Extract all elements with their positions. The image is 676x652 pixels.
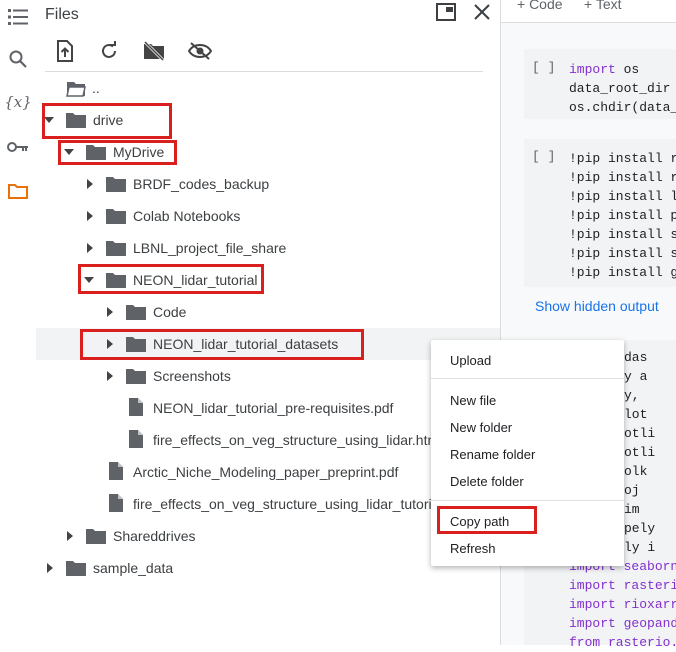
code-line: im xyxy=(624,502,640,517)
file-icon xyxy=(109,462,123,480)
code-line: oj xyxy=(624,483,640,498)
code-line: os.chdir(data_ xyxy=(569,100,676,115)
code-line: lot xyxy=(624,407,648,422)
cell-3-code-fragment: das y a y, lot otli otli olk oj im pely … xyxy=(624,348,655,557)
code-line: import rasteri xyxy=(569,578,676,593)
refresh-icon[interactable] xyxy=(97,39,121,63)
code-line: !pip install g xyxy=(569,265,676,280)
tree-item-lbnl[interactable]: LBNL_project_file_share xyxy=(36,232,500,264)
menu-item-new-file[interactable]: New file xyxy=(450,393,496,408)
menu-item-upload[interactable]: Upload xyxy=(450,353,491,368)
left-rail: {x} xyxy=(0,0,36,645)
cell-3-imports: import seaborn import rasteri import rio… xyxy=(569,557,676,652)
file-icon xyxy=(109,494,123,512)
run-cell-button[interactable]: [ ] xyxy=(532,149,555,164)
chevron-right-icon[interactable] xyxy=(87,211,93,221)
code-line: das xyxy=(624,350,648,365)
code-line: !pip install s xyxy=(569,246,676,261)
code-line: !pip install l xyxy=(569,189,676,204)
folder-icon xyxy=(86,529,106,544)
folder-icon xyxy=(126,305,146,320)
code-line: otli xyxy=(624,426,656,441)
tree-item-label: .. xyxy=(92,80,100,96)
annotation-box-copy-path xyxy=(437,506,537,534)
tree-item-brdf[interactable]: BRDF_codes_backup xyxy=(36,168,500,200)
chevron-right-icon[interactable] xyxy=(47,563,53,573)
code-line: import rioxarr xyxy=(569,597,676,612)
chevron-right-icon[interactable] xyxy=(107,371,113,381)
annotation-box-neon xyxy=(78,264,264,294)
keyword: import xyxy=(569,62,616,77)
code-line: pely xyxy=(624,521,656,536)
add-code-button[interactable]: + Code xyxy=(517,0,563,12)
menu-item-new-folder[interactable]: New folder xyxy=(450,420,512,435)
code-line: y, xyxy=(624,388,640,403)
new-window-icon[interactable] xyxy=(436,3,458,23)
drive-off-icon[interactable] xyxy=(142,39,166,63)
folder-icon xyxy=(106,177,126,192)
tree-item-label: fire_effects_on_veg_structure_using_lida… xyxy=(153,432,440,448)
upload-file-icon[interactable] xyxy=(53,39,77,63)
annotation-box-datasets xyxy=(80,329,364,360)
run-cell-button[interactable]: [ ] xyxy=(532,60,555,75)
tree-item-colab-notebooks[interactable]: Colab Notebooks xyxy=(36,200,500,232)
annotation-box-drive xyxy=(42,103,172,139)
files-folder-icon[interactable] xyxy=(5,178,31,204)
code-line: !pip install p xyxy=(569,208,676,223)
menu-item-refresh[interactable]: Refresh xyxy=(450,541,496,556)
tree-item-label: LBNL_project_file_share xyxy=(133,240,287,256)
code-line: !pip install s xyxy=(569,227,676,242)
menu-item-delete-folder[interactable]: Delete folder xyxy=(450,474,524,489)
search-icon[interactable] xyxy=(5,46,31,72)
code-line: ly i xyxy=(624,540,656,555)
chevron-right-icon[interactable] xyxy=(107,307,113,317)
code-line: olk xyxy=(624,464,648,479)
code-line: data_root_dir xyxy=(569,81,671,96)
chevron-right-icon[interactable] xyxy=(87,243,93,253)
cell-2-code[interactable]: !pip install r !pip install r !pip insta… xyxy=(569,149,676,282)
table-of-contents-icon[interactable] xyxy=(5,4,31,30)
chevron-right-icon[interactable] xyxy=(67,531,73,541)
code-line: from rasterio. xyxy=(569,635,676,650)
show-hidden-output-link[interactable]: Show hidden output xyxy=(535,298,659,314)
menu-divider xyxy=(431,500,624,501)
chevron-right-icon[interactable] xyxy=(87,179,93,189)
file-icon xyxy=(129,430,143,448)
annotation-box-mydrive xyxy=(58,140,177,165)
tree-item-code[interactable]: Code xyxy=(36,296,500,328)
folder-icon xyxy=(106,209,126,224)
tree-item-label: Code xyxy=(153,304,187,320)
folder-icon xyxy=(66,561,86,576)
tree-item-label: BRDF_codes_backup xyxy=(133,176,270,192)
add-text-button[interactable]: + Text xyxy=(584,0,622,12)
folder-open-icon xyxy=(66,82,86,97)
folder-icon xyxy=(106,241,126,256)
tree-item-label: fire_effects_on_veg_structure_using_lida… xyxy=(133,496,440,512)
tree-item-label: Shareddrives xyxy=(113,528,196,544)
tree-item-parent[interactable]: .. xyxy=(36,72,500,104)
menu-item-rename-folder[interactable]: Rename folder xyxy=(450,447,535,462)
cell-1-code[interactable]: import os data_root_dir os.chdir(data_ xyxy=(569,60,676,117)
code-line: y a xyxy=(624,369,648,384)
code-line: !pip install r xyxy=(569,170,676,185)
variables-icon[interactable]: {x} xyxy=(4,89,32,115)
tree-item-label: Arctic_Niche_Modeling_paper_preprint.pdf xyxy=(133,464,399,480)
file-icon xyxy=(129,398,143,416)
close-icon[interactable] xyxy=(473,3,493,23)
code-line: import geopand xyxy=(569,616,676,631)
tree-item-label: sample_data xyxy=(93,560,174,576)
code-line: otli xyxy=(624,445,656,460)
folder-icon xyxy=(126,369,146,384)
visibility-off-icon[interactable] xyxy=(188,39,212,63)
tree-item-label: Screenshots xyxy=(153,368,231,384)
tree-item-label: Colab Notebooks xyxy=(133,208,241,224)
code-line: !pip install r xyxy=(569,151,676,166)
key-icon[interactable] xyxy=(5,134,31,160)
code-line: os xyxy=(615,62,640,77)
tree-item-label: NEON_lidar_tutorial_pre-requisites.pdf xyxy=(153,400,394,416)
panel-title: Files xyxy=(45,6,79,23)
menu-divider xyxy=(431,378,624,379)
